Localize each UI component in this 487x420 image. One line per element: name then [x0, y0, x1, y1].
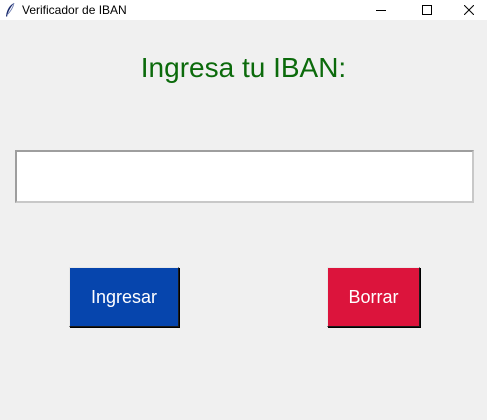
- minimize-icon: [376, 10, 386, 11]
- maximize-icon: [422, 5, 432, 15]
- feather-icon: [6, 2, 15, 17]
- borrar-button[interactable]: Borrar: [327, 267, 420, 327]
- minimize-button[interactable]: [358, 0, 404, 20]
- maximize-button[interactable]: [404, 0, 450, 20]
- main-window-content: Ingresa tu IBAN: Ingresar Borrar: [0, 20, 487, 420]
- title-bar[interactable]: Verificador de IBAN: [0, 0, 487, 20]
- page-title: Ingresa tu IBAN:: [140, 52, 347, 83]
- ingresar-button[interactable]: Ingresar: [69, 267, 179, 327]
- close-icon: [463, 5, 474, 15]
- window-title: Verificador de IBAN: [22, 3, 127, 17]
- close-button[interactable]: [450, 0, 487, 20]
- iban-input[interactable]: [15, 150, 474, 203]
